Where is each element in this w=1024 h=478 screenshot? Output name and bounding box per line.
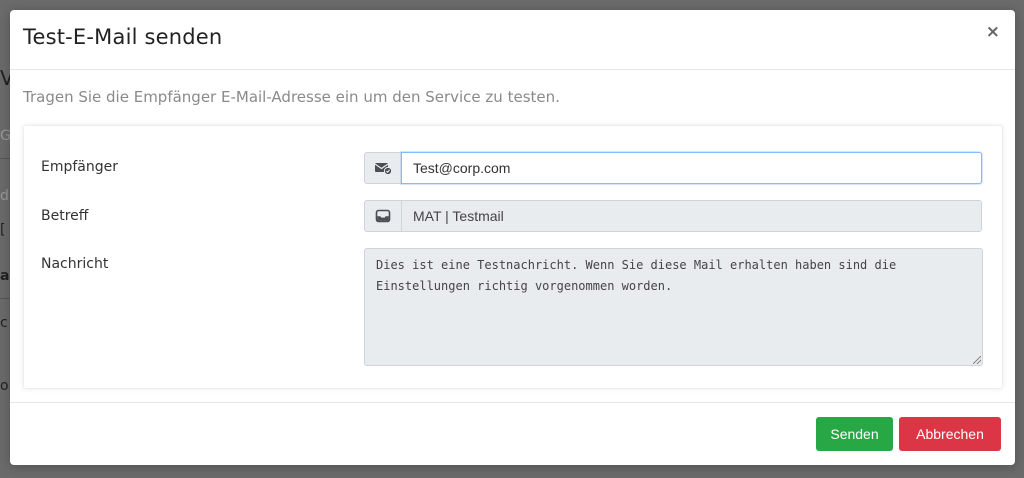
backdrop-divider: [0, 158, 10, 159]
close-icon[interactable]: ×: [986, 24, 1000, 41]
backdrop-text: G: [0, 128, 10, 144]
inbox-icon: [364, 200, 402, 232]
dialog-header: Test-E-Mail senden ×: [10, 10, 1015, 70]
subject-label: Betreff: [41, 208, 89, 224]
backdrop-text: a: [0, 268, 10, 284]
dialog-intro-text: Tragen Sie die Empfänger E-Mail-Adresse …: [23, 88, 560, 106]
dialog-footer: Senden Abbrechen: [10, 402, 1015, 466]
recipient-input-group: [364, 152, 982, 184]
send-button[interactable]: Senden: [816, 417, 893, 451]
subject-input-group: [364, 200, 982, 232]
message-label: Nachricht: [41, 256, 109, 272]
form-card: Empfänger Betreff: [23, 125, 1003, 389]
backdrop-text: o: [0, 378, 9, 394]
envelope-check-icon: [364, 152, 402, 184]
backdrop-text: V: [0, 66, 10, 90]
backdrop-divider: [0, 298, 10, 299]
test-email-dialog: Test-E-Mail senden × Tragen Sie die Empf…: [10, 10, 1015, 465]
subject-input[interactable]: [401, 200, 982, 232]
backdrop-text: [: [0, 222, 6, 238]
dialog-title: Test-E-Mail senden: [23, 25, 223, 49]
backdrop-text: d: [0, 188, 9, 204]
cancel-button[interactable]: Abbrechen: [899, 417, 1001, 451]
backdrop-text: c: [0, 315, 8, 331]
message-textarea[interactable]: Dies ist eine Testnachricht. Wenn Sie di…: [364, 248, 983, 366]
recipient-label: Empfänger: [41, 159, 119, 175]
recipient-email-input[interactable]: [401, 152, 982, 184]
textarea-resize-handle[interactable]: [973, 356, 981, 364]
